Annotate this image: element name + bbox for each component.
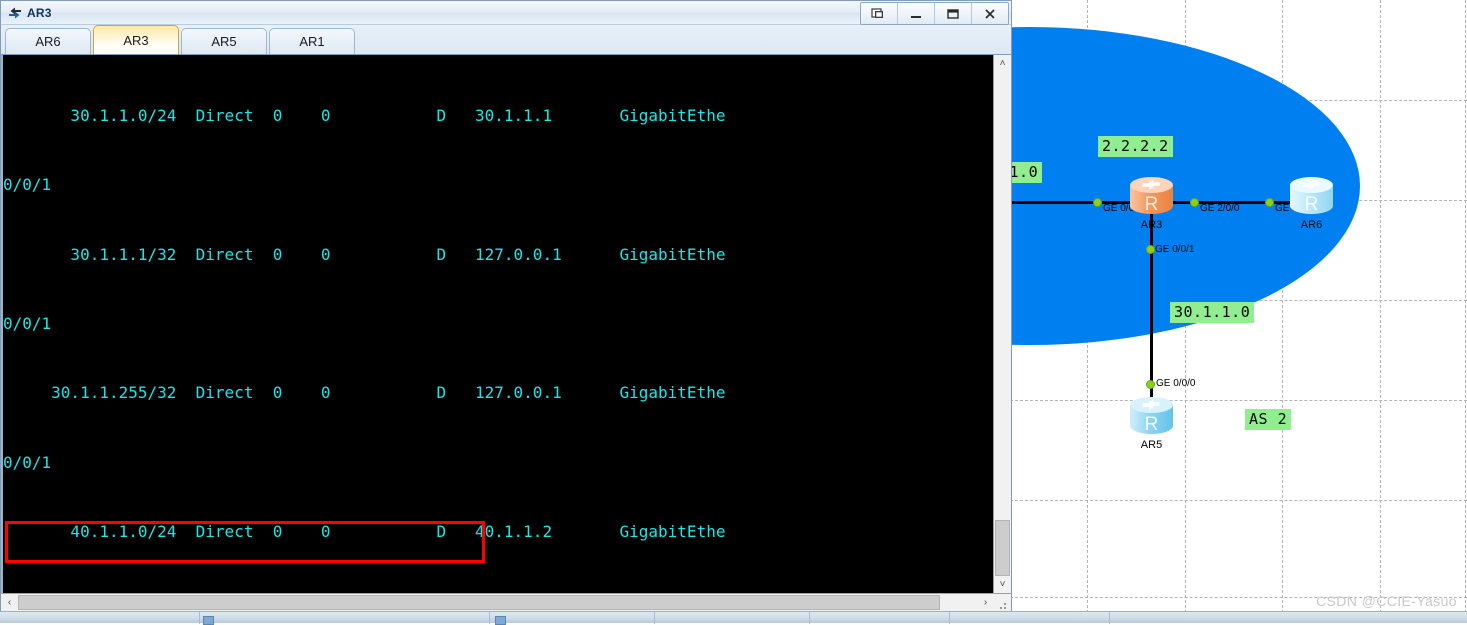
console-window[interactable]: AR3 AR6 AR3 AR5 AR1 30.1.1.0/24 Direct 0… bbox=[0, 0, 1012, 612]
router-icon: R bbox=[1290, 177, 1333, 215]
taskbar-item[interactable] bbox=[950, 612, 1110, 624]
chevron-left-icon: ‹ bbox=[7, 596, 12, 608]
taskbar-item[interactable] bbox=[0, 612, 200, 624]
svg-text:R: R bbox=[1145, 194, 1159, 215]
resize-grip[interactable] bbox=[994, 594, 1011, 611]
restore-window-button[interactable] bbox=[861, 3, 898, 24]
interface-label-ar5-ge0-0-0: GE 0/0/0 bbox=[1156, 378, 1196, 389]
terminal-area[interactable]: 30.1.1.0/24 Direct 0 0 D 30.1.1.1 Gigabi… bbox=[1, 55, 1011, 593]
tab-label: AR3 bbox=[123, 32, 149, 48]
router-label-ar3: AR3 bbox=[1140, 219, 1163, 231]
port-dot-ar3-ge2-0-0[interactable] bbox=[1190, 198, 1199, 207]
router-icon: R bbox=[1130, 177, 1173, 215]
grid-line-horizontal bbox=[1010, 400, 1467, 401]
maximize-window-button[interactable] bbox=[935, 3, 972, 24]
terminal-output[interactable]: 30.1.1.0/24 Direct 0 0 D 30.1.1.1 Gigabi… bbox=[3, 55, 993, 593]
os-taskbar[interactable] bbox=[0, 611, 1467, 625]
router-node-ar6[interactable]: R AR6 bbox=[1288, 175, 1335, 231]
chevron-right-icon: › bbox=[983, 596, 988, 608]
terminal-line: 30.1.1.0/24 Direct 0 0 D 30.1.1.1 Gigabi… bbox=[3, 106, 726, 126]
router-node-ar5[interactable]: R AR5 bbox=[1128, 395, 1175, 451]
horizontal-scroll-track[interactable] bbox=[18, 594, 977, 611]
terminal-line: 0/0/1 bbox=[3, 175, 52, 195]
port-dot-ar3-ge0-0-0[interactable] bbox=[1093, 198, 1102, 207]
tab-ar5[interactable]: AR5 bbox=[181, 28, 267, 54]
chevron-down-icon: ˅ bbox=[999, 578, 1006, 590]
terminal-line: 0/0/1 bbox=[3, 314, 52, 334]
terminal-line: 30.1.1.1/32 Direct 0 0 D 127.0.0.1 Gigab… bbox=[3, 244, 726, 264]
cascade-icon bbox=[871, 7, 883, 18]
tab-ar1[interactable]: AR1 bbox=[269, 28, 355, 54]
minimize-window-button[interactable] bbox=[898, 3, 935, 24]
vertical-scrollbar[interactable]: ˄ ˅ bbox=[993, 55, 1011, 593]
svg-text:R: R bbox=[1145, 414, 1159, 435]
terminal-line: 40.1.1.0/24 Direct 0 0 D 40.1.1.2 Gigabi… bbox=[3, 521, 726, 541]
window-controls[interactable] bbox=[860, 2, 1009, 25]
tab-label: AR5 bbox=[211, 34, 237, 49]
grid-line-horizontal bbox=[1010, 500, 1467, 501]
router-label-ar6: AR6 bbox=[1300, 219, 1323, 231]
taskbar-indicator bbox=[495, 616, 506, 625]
router-node-ar3[interactable]: R AR3 bbox=[1128, 175, 1175, 231]
terminal-line: 2/0/0 bbox=[3, 589, 993, 593]
horizontal-scroll-thumb[interactable] bbox=[18, 595, 940, 610]
vertical-scroll-thumb[interactable] bbox=[995, 520, 1010, 576]
tab-ar6[interactable]: AR6 bbox=[5, 28, 91, 54]
tab-ar3[interactable]: AR3 bbox=[93, 25, 179, 54]
taskbar-item[interactable] bbox=[655, 612, 810, 624]
scroll-down-button[interactable]: ˅ bbox=[994, 576, 1011, 593]
interface-label-ar3-ge2-0-0: GE 2/0/0 bbox=[1200, 203, 1240, 214]
taskbar-item[interactable] bbox=[810, 612, 950, 624]
horizontal-scrollbar[interactable]: ‹ › bbox=[1, 593, 1011, 611]
link-ar3-ar5[interactable] bbox=[1150, 201, 1153, 409]
window-titlebar[interactable]: AR3 bbox=[1, 1, 1011, 25]
terminal-line: 30.1.1.255/32 Direct 0 0 D 127.0.0.1 Gig… bbox=[3, 383, 726, 403]
router-label-ar5: AR5 bbox=[1140, 439, 1163, 451]
scroll-up-button[interactable]: ˄ bbox=[994, 55, 1011, 72]
close-window-button[interactable] bbox=[972, 3, 1008, 24]
grid-line-vertical bbox=[1380, 0, 1381, 623]
terminal-line: 0/0/1 bbox=[3, 452, 52, 472]
vertical-scroll-track[interactable] bbox=[994, 72, 1011, 576]
scroll-left-button[interactable]: ‹ bbox=[1, 594, 18, 611]
network-label-clipped: .1.0 bbox=[1010, 162, 1043, 183]
taskbar-item[interactable] bbox=[490, 612, 655, 624]
router-console-icon bbox=[9, 7, 21, 18]
taskbar-item[interactable] bbox=[200, 612, 490, 624]
tab-label: AR1 bbox=[299, 34, 325, 49]
grid-line-vertical bbox=[1465, 0, 1466, 623]
network-label-loopback: 2.2.2.2 bbox=[1098, 136, 1173, 157]
window-title: AR3 bbox=[27, 5, 52, 20]
as-label-2: AS 2 bbox=[1245, 409, 1292, 430]
port-dot-ar3-ge0-0-1[interactable] bbox=[1146, 245, 1155, 254]
router-icon: R bbox=[1130, 397, 1173, 435]
taskbar-indicator bbox=[203, 616, 214, 625]
port-dot-ar6-ge0-0-0[interactable] bbox=[1265, 198, 1274, 207]
watermark-text: CSDN @CCIE-Yasuo bbox=[1316, 593, 1457, 609]
close-icon bbox=[985, 8, 995, 19]
chevron-up-icon: ˄ bbox=[999, 57, 1006, 69]
interface-label-ar3-ge0-0-1: GE 0/0/1 bbox=[1155, 244, 1195, 255]
network-label-30-1-1-0: 30.1.1.0 bbox=[1170, 302, 1255, 323]
device-tabstrip[interactable]: AR6 AR3 AR5 AR1 bbox=[1, 25, 1011, 55]
resize-grip-icon bbox=[999, 603, 1006, 609]
port-dot-ar5-ge0-0-0[interactable] bbox=[1146, 380, 1155, 389]
minimize-icon bbox=[911, 15, 921, 18]
maximize-icon bbox=[947, 8, 959, 19]
svg-text:R: R bbox=[1305, 194, 1319, 215]
scroll-right-button[interactable]: › bbox=[977, 594, 994, 611]
topology-canvas[interactable]: GE 0/0/0 GE 2/0/0 GE 0/0/1 GE 0/0/0 GE 0… bbox=[1010, 0, 1467, 623]
tab-label: AR6 bbox=[35, 34, 61, 49]
